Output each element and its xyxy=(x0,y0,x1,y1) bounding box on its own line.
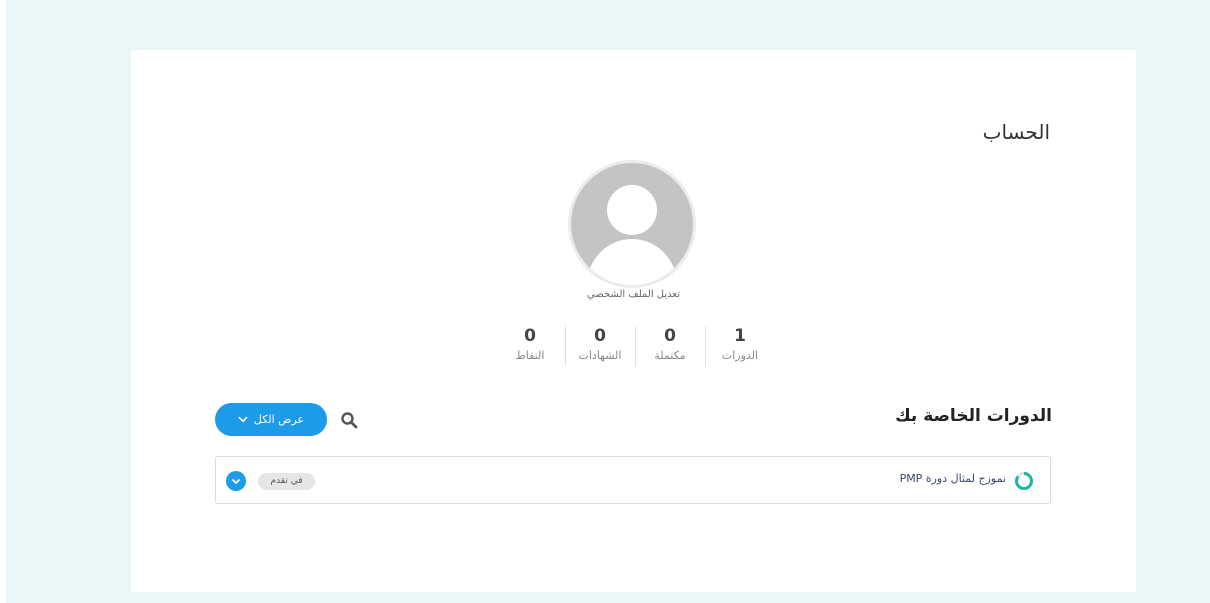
view-all-label: عرض الكل xyxy=(253,413,305,426)
status-badge: في تقدم xyxy=(258,473,315,490)
progress-ring-icon xyxy=(1015,472,1033,490)
user-avatar-icon xyxy=(571,163,693,285)
stat-value: 1 xyxy=(734,326,746,346)
chevron-down-icon xyxy=(231,478,241,485)
stat-completed: 0 مكتملة xyxy=(635,324,706,372)
stat-points: 0 النقاط xyxy=(495,324,566,372)
courses-section-title: الدورات الخاصة بك xyxy=(895,406,1052,426)
stat-value: 0 xyxy=(594,326,606,346)
course-name-link[interactable]: نموزج لمثال دورة PMP xyxy=(900,472,1006,485)
stat-label: النقاط xyxy=(515,349,545,362)
stat-value: 0 xyxy=(524,326,536,346)
stat-label: الشهادات xyxy=(578,349,622,362)
search-icon[interactable] xyxy=(340,411,358,429)
chevron-down-icon xyxy=(238,416,248,423)
edit-profile-link[interactable]: تعديل الملف الشخصي xyxy=(131,289,1136,300)
course-list-item[interactable]: نموزج لمثال دورة PMP في تقدم xyxy=(215,456,1051,504)
expand-course-button[interactable] xyxy=(226,471,246,491)
page-title: الحساب xyxy=(982,120,1050,144)
view-all-button[interactable]: عرض الكل xyxy=(215,403,327,436)
stat-label: مكتملة xyxy=(654,349,686,362)
stat-value: 0 xyxy=(664,326,676,346)
stat-label: الدورات xyxy=(721,349,759,362)
stat-certificates: 0 الشهادات xyxy=(565,324,636,372)
stat-courses: 1 الدورات xyxy=(705,324,775,372)
stats-bar: 1 الدورات 0 مكتملة 0 الشهادات 0 النقاط xyxy=(495,324,775,372)
account-card: الحساب تعديل الملف الشخصي 1 الدورات 0 مك… xyxy=(131,50,1136,592)
avatar[interactable] xyxy=(568,160,696,288)
